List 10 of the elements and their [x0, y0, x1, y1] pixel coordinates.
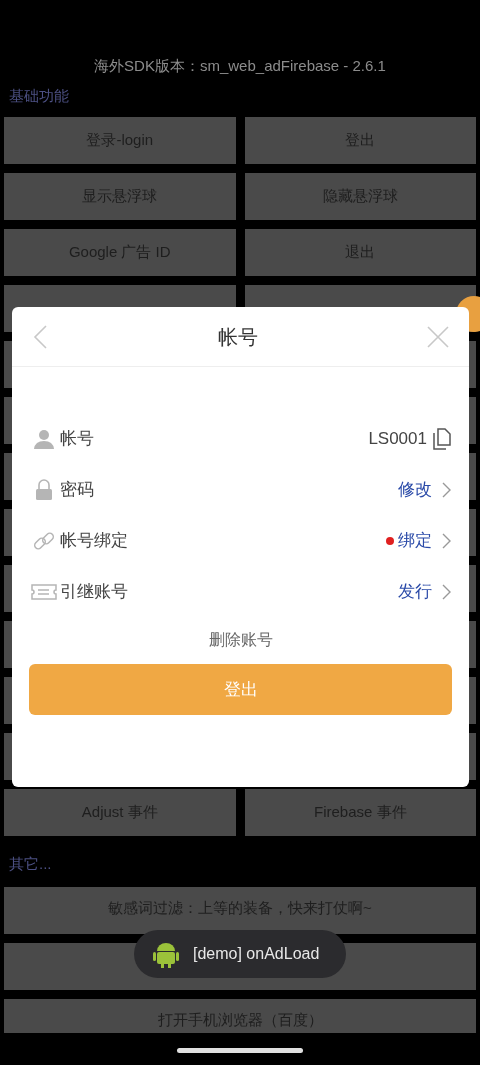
row-label: 帐号绑定 — [60, 529, 128, 552]
account-id: LS0001 — [368, 427, 427, 450]
row-label: 帐号 — [60, 427, 94, 450]
row-label: 密码 — [60, 478, 94, 501]
toast-message: [demo] onAdLoad — [193, 944, 320, 964]
section-title: 基础功能 — [8, 86, 70, 106]
row-label: 引继账号 — [60, 580, 128, 603]
dialog-title: 帐号 — [217, 324, 258, 350]
section-title: 其它... — [8, 854, 53, 874]
sdk-version: 海外SDK版本：sm_web_adFirebase - 2.6.1 — [93, 56, 387, 76]
